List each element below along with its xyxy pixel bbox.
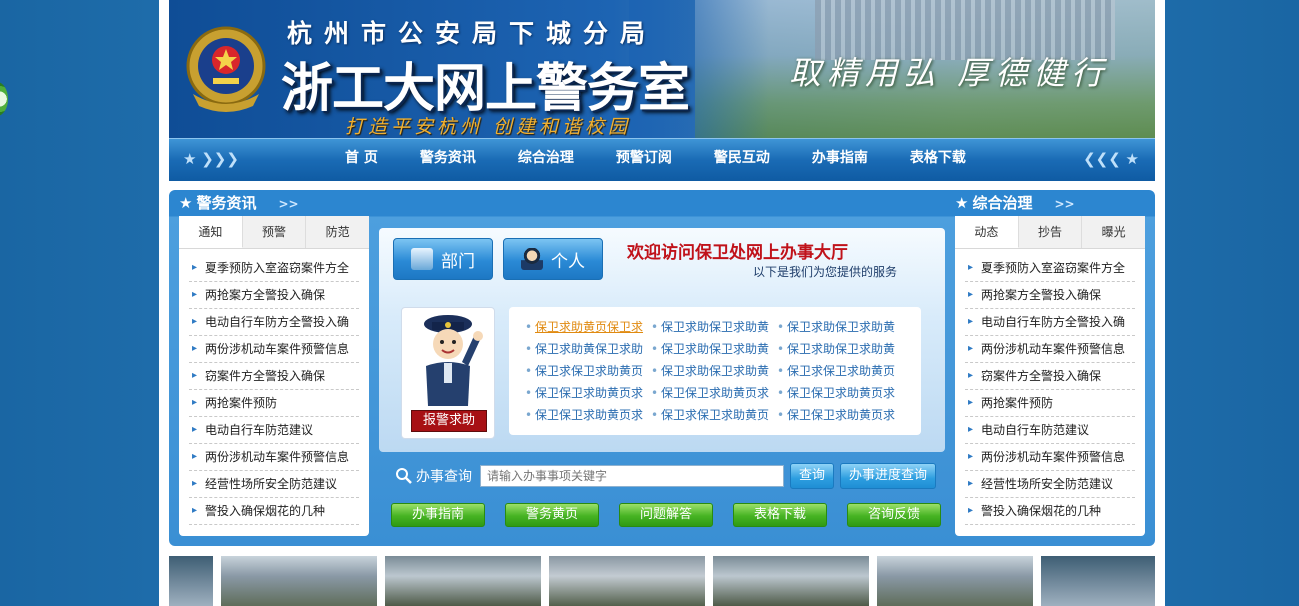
site-title: 浙工大网上警务室	[281, 58, 690, 119]
content-area: ★警务资讯>> ★综合治理>> 通知 预警 防范 夏季预防入室盗窃案件方全 两抢…	[169, 190, 1155, 546]
search-bar: 办事查询 查询 办事进度查询	[395, 463, 937, 489]
list-item[interactable]: 电动自行车防方全警投入确	[189, 309, 359, 336]
quick-link-guide[interactable]: 办事指南	[391, 503, 485, 527]
list-item[interactable]: 电动自行车防范建议	[965, 417, 1135, 444]
list-item[interactable]: 两份涉机动车案件预警信息	[965, 444, 1135, 471]
welcome-subtitle: 以下是我们为您提供的服务	[753, 265, 898, 279]
photo-thumbnail[interactable]	[713, 556, 869, 606]
page-container: 杭州市公安局下城分局 浙工大网上警务室 打造平安杭州 创建和谐校园 取精用弘 厚…	[159, 0, 1165, 606]
progress-query-button[interactable]: 办事进度查询	[840, 463, 937, 489]
nav-item-home[interactable]: 首 页	[345, 139, 378, 181]
quick-link-feedback[interactable]: 咨询反馈	[847, 503, 941, 527]
police-news-panel: 通知 预警 防范 夏季预防入室盗窃案件方全 两抢案方全警投入确保 电动自行车防方…	[179, 216, 369, 536]
service-hall: 部门 个人 欢迎访问保卫处网上办事大厅 以下是我们为您提供的服务 报警求助 • …	[379, 228, 945, 452]
star-icon: ★	[179, 194, 193, 212]
quick-link-forms[interactable]: 表格下载	[733, 503, 827, 527]
list-item[interactable]: 警投入确保烟花的几种	[965, 498, 1135, 525]
list-item[interactable]: 夏季预防入室盗窃案件方全	[965, 255, 1135, 282]
personal-button[interactable]: 个人	[503, 238, 603, 280]
school-motto: 取精用弘 厚德健行	[789, 54, 1110, 92]
nav-star-decoration-icon: ★ ❯❯❯	[183, 150, 239, 168]
service-links-box: 保卫求助黄页保卫求 保卫求助保卫求助黄 保卫求助保卫求助黄 保卫求助黄保卫求助 …	[509, 307, 921, 435]
search-icon	[396, 468, 412, 484]
police-officer-card: 报警求助	[401, 307, 495, 439]
list-item[interactable]: 经营性场所安全防范建议	[965, 471, 1135, 498]
service-link[interactable]: 保卫求保卫求助黄页	[777, 363, 903, 379]
org-name: 杭州市公安局下城分局	[287, 19, 658, 48]
list-item[interactable]: 两抢案方全警投入确保	[965, 282, 1135, 309]
nav-item-guide[interactable]: 办事指南	[812, 139, 868, 181]
nav-item-police-news[interactable]: 警务资讯	[420, 139, 476, 181]
computer-icon	[411, 248, 433, 270]
photo-thumbnail[interactable]	[549, 556, 705, 606]
photo-thumbnail[interactable]	[385, 556, 541, 606]
service-link[interactable]: 保卫保卫求助黄页求	[525, 385, 651, 401]
tab-prevention[interactable]: 防范	[306, 216, 369, 248]
nav-item-forms[interactable]: 表格下载	[910, 139, 966, 181]
photo-thumbnail[interactable]	[169, 556, 213, 606]
photo-thumbnail[interactable]	[221, 556, 377, 606]
list-item[interactable]: 夏季预防入室盗窃案件方全	[189, 255, 359, 282]
double-chevron-icon: >>	[1054, 197, 1075, 211]
service-link[interactable]: 保卫求助保卫求助黄	[777, 319, 903, 335]
side-float-badge[interactable]	[0, 82, 8, 116]
list-item[interactable]: 电动自行车防范建议	[189, 417, 359, 444]
main-nav: ★ ❯❯❯ 首 页 警务资讯 综合治理 预警订阅 警民互动 办事指南 表格下载 …	[169, 138, 1155, 181]
photo-thumbnail[interactable]	[1041, 556, 1155, 606]
list-item[interactable]: 经营性场所安全防范建议	[189, 471, 359, 498]
emergency-help-button[interactable]: 报警求助	[411, 410, 487, 432]
service-link[interactable]: 保卫求保卫求助黄页	[651, 407, 777, 423]
search-input[interactable]	[480, 465, 784, 487]
tab-notices[interactable]: 抄告	[1019, 216, 1083, 248]
nav-item-alert-subscribe[interactable]: 预警订阅	[616, 139, 672, 181]
service-link[interactable]: 保卫保卫求助黄页求	[777, 385, 903, 401]
nav-star-decoration-icon: ❮❮❮ ★	[1083, 150, 1139, 168]
tab-warning[interactable]: 预警	[243, 216, 307, 248]
star-icon: ★	[955, 194, 969, 212]
list-item[interactable]: 窃案件方全警投入确保	[189, 363, 359, 390]
tab-exposure[interactable]: 曝光	[1082, 216, 1145, 248]
police-emblem-icon	[186, 26, 266, 112]
service-link[interactable]: 保卫保卫求助黄页求	[525, 407, 651, 423]
list-item[interactable]: 两抢案件预防	[965, 390, 1135, 417]
double-chevron-icon: >>	[278, 197, 299, 211]
service-link[interactable]: 保卫求助黄保卫求助	[525, 341, 651, 357]
slogan: 打造平安杭州 创建和谐校园	[345, 116, 632, 138]
photo-strip	[169, 556, 1155, 606]
list-item[interactable]: 两份涉机动车案件预警信息	[965, 336, 1135, 363]
tab-dynamics[interactable]: 动态	[955, 216, 1019, 248]
service-link[interactable]: 保卫求助保卫求助黄	[651, 319, 777, 335]
list-item[interactable]: 电动自行车防方全警投入确	[965, 309, 1135, 336]
department-button[interactable]: 部门	[393, 238, 493, 280]
left-panel-heading: ★ 警务资讯 >>	[179, 194, 299, 212]
service-link[interactable]: 保卫求助保卫求助黄	[651, 363, 777, 379]
list-item[interactable]: 警投入确保烟花的几种	[189, 498, 359, 525]
list-item[interactable]: 两抢案方全警投入确保	[189, 282, 359, 309]
service-link[interactable]: 保卫求助黄页保卫求	[525, 319, 651, 335]
service-link[interactable]: 保卫求助保卫求助黄	[777, 341, 903, 357]
service-link[interactable]: 保卫保卫求助黄页求	[651, 385, 777, 401]
service-link[interactable]: 保卫保卫求助黄页求	[777, 407, 903, 423]
right-panel-heading: ★ 综合治理 >>	[955, 194, 1075, 212]
welcome-title: 欢迎访问保卫处网上办事大厅	[627, 243, 848, 263]
list-item[interactable]: 两份涉机动车案件预警信息	[189, 444, 359, 471]
tab-notice[interactable]: 通知	[179, 216, 243, 248]
header-banner: 杭州市公安局下城分局 浙工大网上警务室 打造平安杭州 创建和谐校园 取精用弘 厚…	[169, 0, 1155, 138]
quick-links: 办事指南 警务黄页 问题解答 表格下载 咨询反馈	[391, 503, 961, 527]
quick-link-faq[interactable]: 问题解答	[619, 503, 713, 527]
service-link[interactable]: 保卫求助保卫求助黄	[651, 341, 777, 357]
quick-link-yellow-pages[interactable]: 警务黄页	[505, 503, 599, 527]
photo-thumbnail[interactable]	[877, 556, 1033, 606]
list-item[interactable]: 两抢案件预防	[189, 390, 359, 417]
list-item[interactable]: 窃案件方全警投入确保	[965, 363, 1135, 390]
governance-panel: 动态 抄告 曝光 夏季预防入室盗窃案件方全 两抢案方全警投入确保 电动自行车防方…	[955, 216, 1145, 536]
nav-item-interaction[interactable]: 警民互动	[714, 139, 770, 181]
nav-item-governance[interactable]: 综合治理	[518, 139, 574, 181]
search-button[interactable]: 查询	[790, 463, 835, 489]
list-item[interactable]: 两份涉机动车案件预警信息	[189, 336, 359, 363]
search-label: 办事查询	[416, 469, 472, 485]
service-link[interactable]: 保卫求保卫求助黄页	[525, 363, 651, 379]
person-icon	[521, 248, 543, 270]
police-officer-icon	[424, 315, 483, 406]
